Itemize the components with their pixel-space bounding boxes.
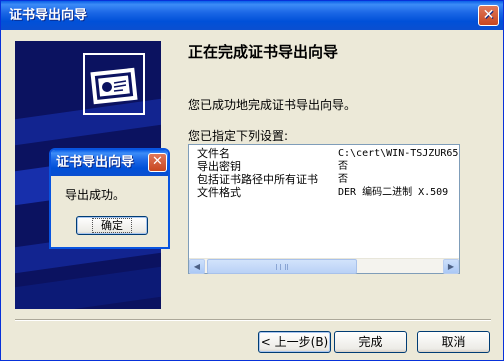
setting-key: 导出密钥 [197,160,241,173]
setting-key: 包括证书路径中所有证书 [197,173,318,186]
divider [15,319,491,321]
settings-label: 您已指定下列设置: [188,129,289,143]
setting-value: 否 [338,161,348,172]
message-box: 证书导出向导 ✕ 导出成功。 确定 [49,148,170,249]
settings-row: 包括证书路径中所有证书 否 [197,173,459,186]
ok-button[interactable]: 确定 [76,216,148,235]
wizard-window: 证书导出向导 ✕ 正在完成证书导出向导 您已成功地完成证书导出向导。 您已指定下… [0,0,504,361]
horizontal-scrollbar[interactable]: ◀ ▶ [189,258,459,274]
settings-row: 文件名 C:\cert\WIN-TSJZUR65 [197,147,459,160]
setting-key: 文件格式 [197,186,241,199]
setting-value: DER 编码二进制 X.509 [338,187,449,198]
settings-rows: 文件名 C:\cert\WIN-TSJZUR65 导出密钥否包括证书路径中所有证书否… [197,147,459,199]
window-title: 证书导出向导 [9,8,88,23]
window-titlebar[interactable]: 证书导出向导 ✕ [1,1,503,30]
cancel-button[interactable]: 取消 [417,331,490,353]
message-box-title: 证书导出向导 [56,155,135,170]
setting-value: C:\cert\WIN-TSJZUR65 [338,148,459,159]
message-text: 导出成功。 [65,188,126,202]
settings-row: 文件格式 DER 编码二进制 X.509 [197,186,459,199]
scroll-right-button[interactable]: ▶ [443,259,459,274]
back-button[interactable]: < 上一步(B) [258,331,331,353]
setting-key: 文件名 [197,147,230,160]
banner-stripe [15,266,161,309]
scroll-thumb[interactable] [207,259,357,274]
settings-list[interactable]: 文件名 C:\cert\WIN-TSJZUR65 导出密钥否包括证书路径中所有证书否… [188,144,460,274]
certificate-icon [83,53,145,115]
setting-value: 否 [338,174,348,185]
window-close-button[interactable]: ✕ [478,5,499,26]
finish-button[interactable]: 完成 [334,331,407,353]
success-text: 您已成功地完成证书导出向导。 [188,98,357,112]
settings-row: 导出密钥 否 [197,160,459,173]
ok-button-label: 确定 [92,218,132,233]
message-box-close-button[interactable]: ✕ [148,153,167,172]
wizard-heading: 正在完成证书导出向导 [188,43,339,61]
scroll-left-button[interactable]: ◀ [189,259,205,274]
grip-icon [276,264,288,270]
